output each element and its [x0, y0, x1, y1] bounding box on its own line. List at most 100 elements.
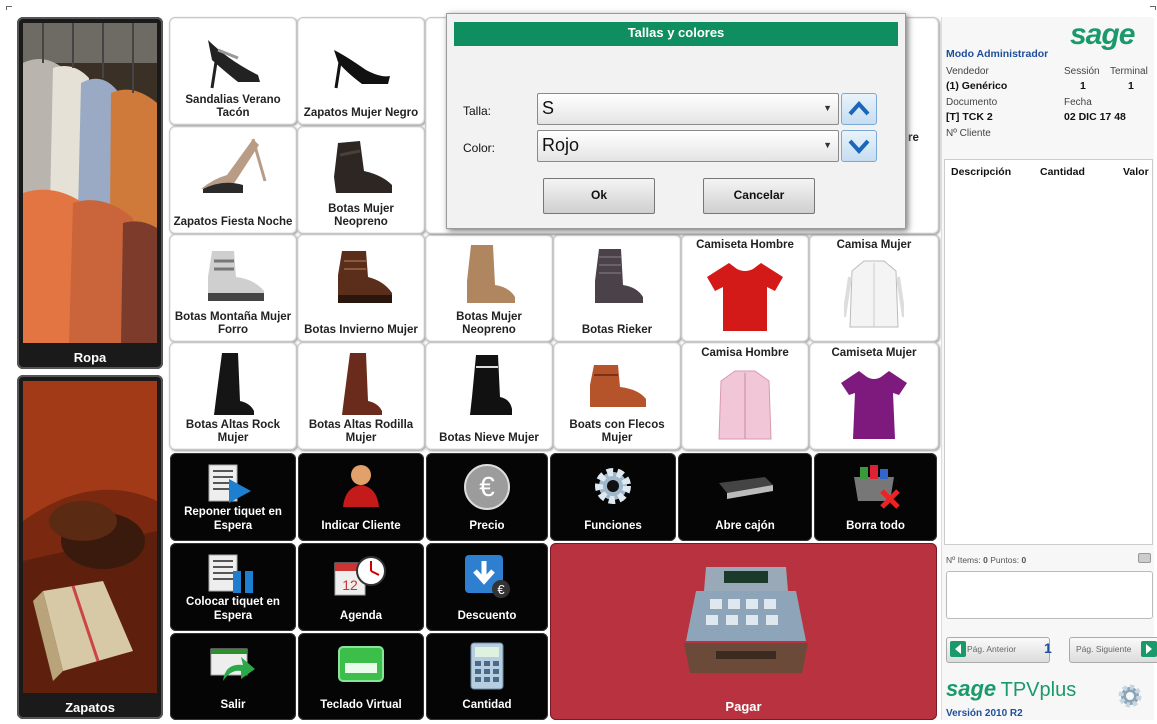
corner-mark [1150, 6, 1156, 10]
color-down-button[interactable] [841, 130, 877, 162]
product-name: Zapatos Mujer Negro [303, 107, 419, 119]
notes-box[interactable] [946, 571, 1153, 619]
ankle-boot-icon [326, 137, 396, 204]
cliente-label: Nº Cliente [946, 128, 991, 139]
borra-todo-button[interactable]: Borra todo [814, 453, 937, 541]
agenda-button[interactable]: 12 Agenda [298, 543, 424, 631]
product-name: Camiseta Hombre [696, 239, 794, 251]
category-label: Zapatos [65, 700, 115, 715]
hiking-boot-icon [198, 247, 268, 312]
product-tile[interactable]: Botas Mujer Neopreno [425, 234, 553, 342]
session-value: 1 [1080, 80, 1086, 92]
tallas-colores-dialog: Tallas y colores Talla: S ▼ Color: Rojo … [446, 13, 906, 229]
product-tile[interactable]: Camiseta Mujer [809, 342, 939, 450]
settings-gear-button[interactable] [1116, 682, 1144, 715]
category-zapatos[interactable]: Zapatos [17, 375, 163, 719]
puntos-value: 0 [1021, 555, 1027, 565]
color-label: Color: [463, 141, 496, 155]
abre-cajon-button[interactable]: Abre cajón [678, 453, 812, 541]
product-tile[interactable]: Botas Nieve Mujer [425, 342, 553, 450]
gear-icon [1118, 684, 1142, 708]
descuento-button[interactable]: € Descuento [426, 543, 548, 631]
indicar-cliente-button[interactable]: Indicar Cliente [298, 453, 424, 541]
folder-icon[interactable] [1138, 553, 1151, 563]
version-label: Versión 2010 R2 [946, 708, 1023, 719]
cancel-button[interactable]: Cancelar [703, 178, 815, 214]
discount-arrow-icon: € [463, 553, 511, 604]
product-tile[interactable]: Camisa Hombre [681, 342, 809, 450]
product-tile[interactable]: Boats con Flecos Mujer [553, 342, 681, 450]
color-select[interactable]: Rojo ▼ [537, 130, 839, 162]
category-label: Ropa [73, 350, 107, 365]
ok-button[interactable]: Ok [543, 178, 655, 214]
next-page-button[interactable]: Pág. Siguiente [1069, 637, 1157, 663]
button-label: Indicar Cliente [321, 520, 401, 532]
product-tile[interactable]: Botas Altas Rock Mujer [169, 342, 297, 450]
precio-button[interactable]: € Precio [426, 453, 548, 541]
pagar-button[interactable]: Pagar [550, 543, 937, 720]
svg-text:12: 12 [342, 577, 358, 593]
product-name: Botas Rieker [581, 324, 653, 336]
product-name: Botas Altas Rock Mujer [185, 419, 281, 444]
column-descripcion: Descripción [951, 166, 1012, 178]
vendedor-label: Vendedor [946, 66, 989, 77]
product-tile[interactable]: Botas Altas Rodilla Mujer [297, 342, 425, 450]
color-value: Rojo [542, 135, 580, 155]
product-tile[interactable]: Botas Rieker [553, 234, 681, 342]
documento-value: [T] TCK 2 [946, 111, 993, 123]
talla-select[interactable]: S ▼ [537, 93, 839, 125]
product-tile[interactable]: Zapatos Mujer Negro [297, 17, 425, 125]
button-label: Descuento [457, 610, 517, 622]
button-label: Agenda [339, 610, 383, 622]
product-tile[interactable]: Zapatos Fiesta Noche [169, 126, 297, 234]
product-name: Botas Mujer Neopreno [328, 203, 394, 228]
button-label: Borra todo [846, 520, 905, 532]
button-label: Teclado Virtual [320, 699, 402, 711]
button-label: Pagar [725, 699, 762, 714]
product-tile[interactable]: Botas Mujer Neopreno [297, 126, 425, 234]
salir-button[interactable]: Salir [170, 633, 296, 720]
funciones-button[interactable]: Funciones [550, 453, 676, 541]
chevron-down-icon: ▼ [823, 103, 832, 113]
terminal-label: Terminal [1110, 66, 1148, 77]
items-summary: Nº Items: 0 Puntos: 0 [946, 555, 1026, 565]
knee-boot-icon [336, 351, 386, 422]
sheepskin-boot-icon [459, 241, 519, 312]
brand-product: TPVplus [1000, 679, 1077, 701]
fringe-boot-icon [584, 361, 650, 416]
svg-text:€: € [497, 582, 505, 597]
cantidad-button[interactable]: Cantidad [426, 633, 548, 720]
svg-text:€: € [479, 471, 495, 502]
product-tile[interactable]: Sandalias Verano Tacón [169, 17, 297, 125]
dialog-title: Tallas y colores [454, 22, 898, 46]
product-tile[interactable]: Botas Montaña Mujer Forro [169, 234, 297, 342]
teclado-virtual-button[interactable]: Teclado Virtual [298, 633, 424, 720]
corner-mark [6, 6, 12, 10]
tall-black-boot-icon [208, 351, 258, 422]
product-tile[interactable]: Botas Invierno Mujer [297, 234, 425, 342]
product-name: Botas Nieve Mujer [439, 432, 539, 444]
product-tile[interactable]: Camiseta Hombre [681, 234, 809, 342]
product-tile[interactable]: Camisa Mujer [809, 234, 939, 342]
pink-shirt-icon [715, 367, 775, 448]
gear-icon [590, 463, 636, 514]
cash-drawer-icon [715, 475, 775, 506]
prev-page-button[interactable]: Pág. Anterior [946, 637, 1050, 663]
size-up-button[interactable] [841, 93, 877, 125]
winter-boot-icon [326, 247, 396, 312]
reponer-tiquet-button[interactable]: Reponer tiquet en Espera [170, 453, 296, 541]
ticket-lines-table[interactable]: Descripción Cantidad Valor [944, 159, 1153, 545]
fecha-value: 02 DIC 17 48 [1064, 111, 1126, 123]
column-cantidad: Cantidad [1040, 166, 1085, 178]
documento-label: Documento [946, 97, 998, 108]
product-name: Camisa Mujer [836, 239, 912, 251]
snow-boot-icon [464, 353, 514, 424]
chevron-down-icon [848, 139, 870, 154]
next-page-label: Pág. Siguiente [1076, 644, 1132, 654]
knit-boot-icon [587, 245, 647, 312]
red-tshirt-icon [705, 259, 785, 338]
colocar-tiquet-button[interactable]: Colocar tiquet en Espera [170, 543, 296, 631]
calendar-clock-icon: 12 [333, 553, 389, 606]
items-value: 0 [983, 555, 988, 565]
category-ropa[interactable]: Ropa [17, 17, 163, 369]
